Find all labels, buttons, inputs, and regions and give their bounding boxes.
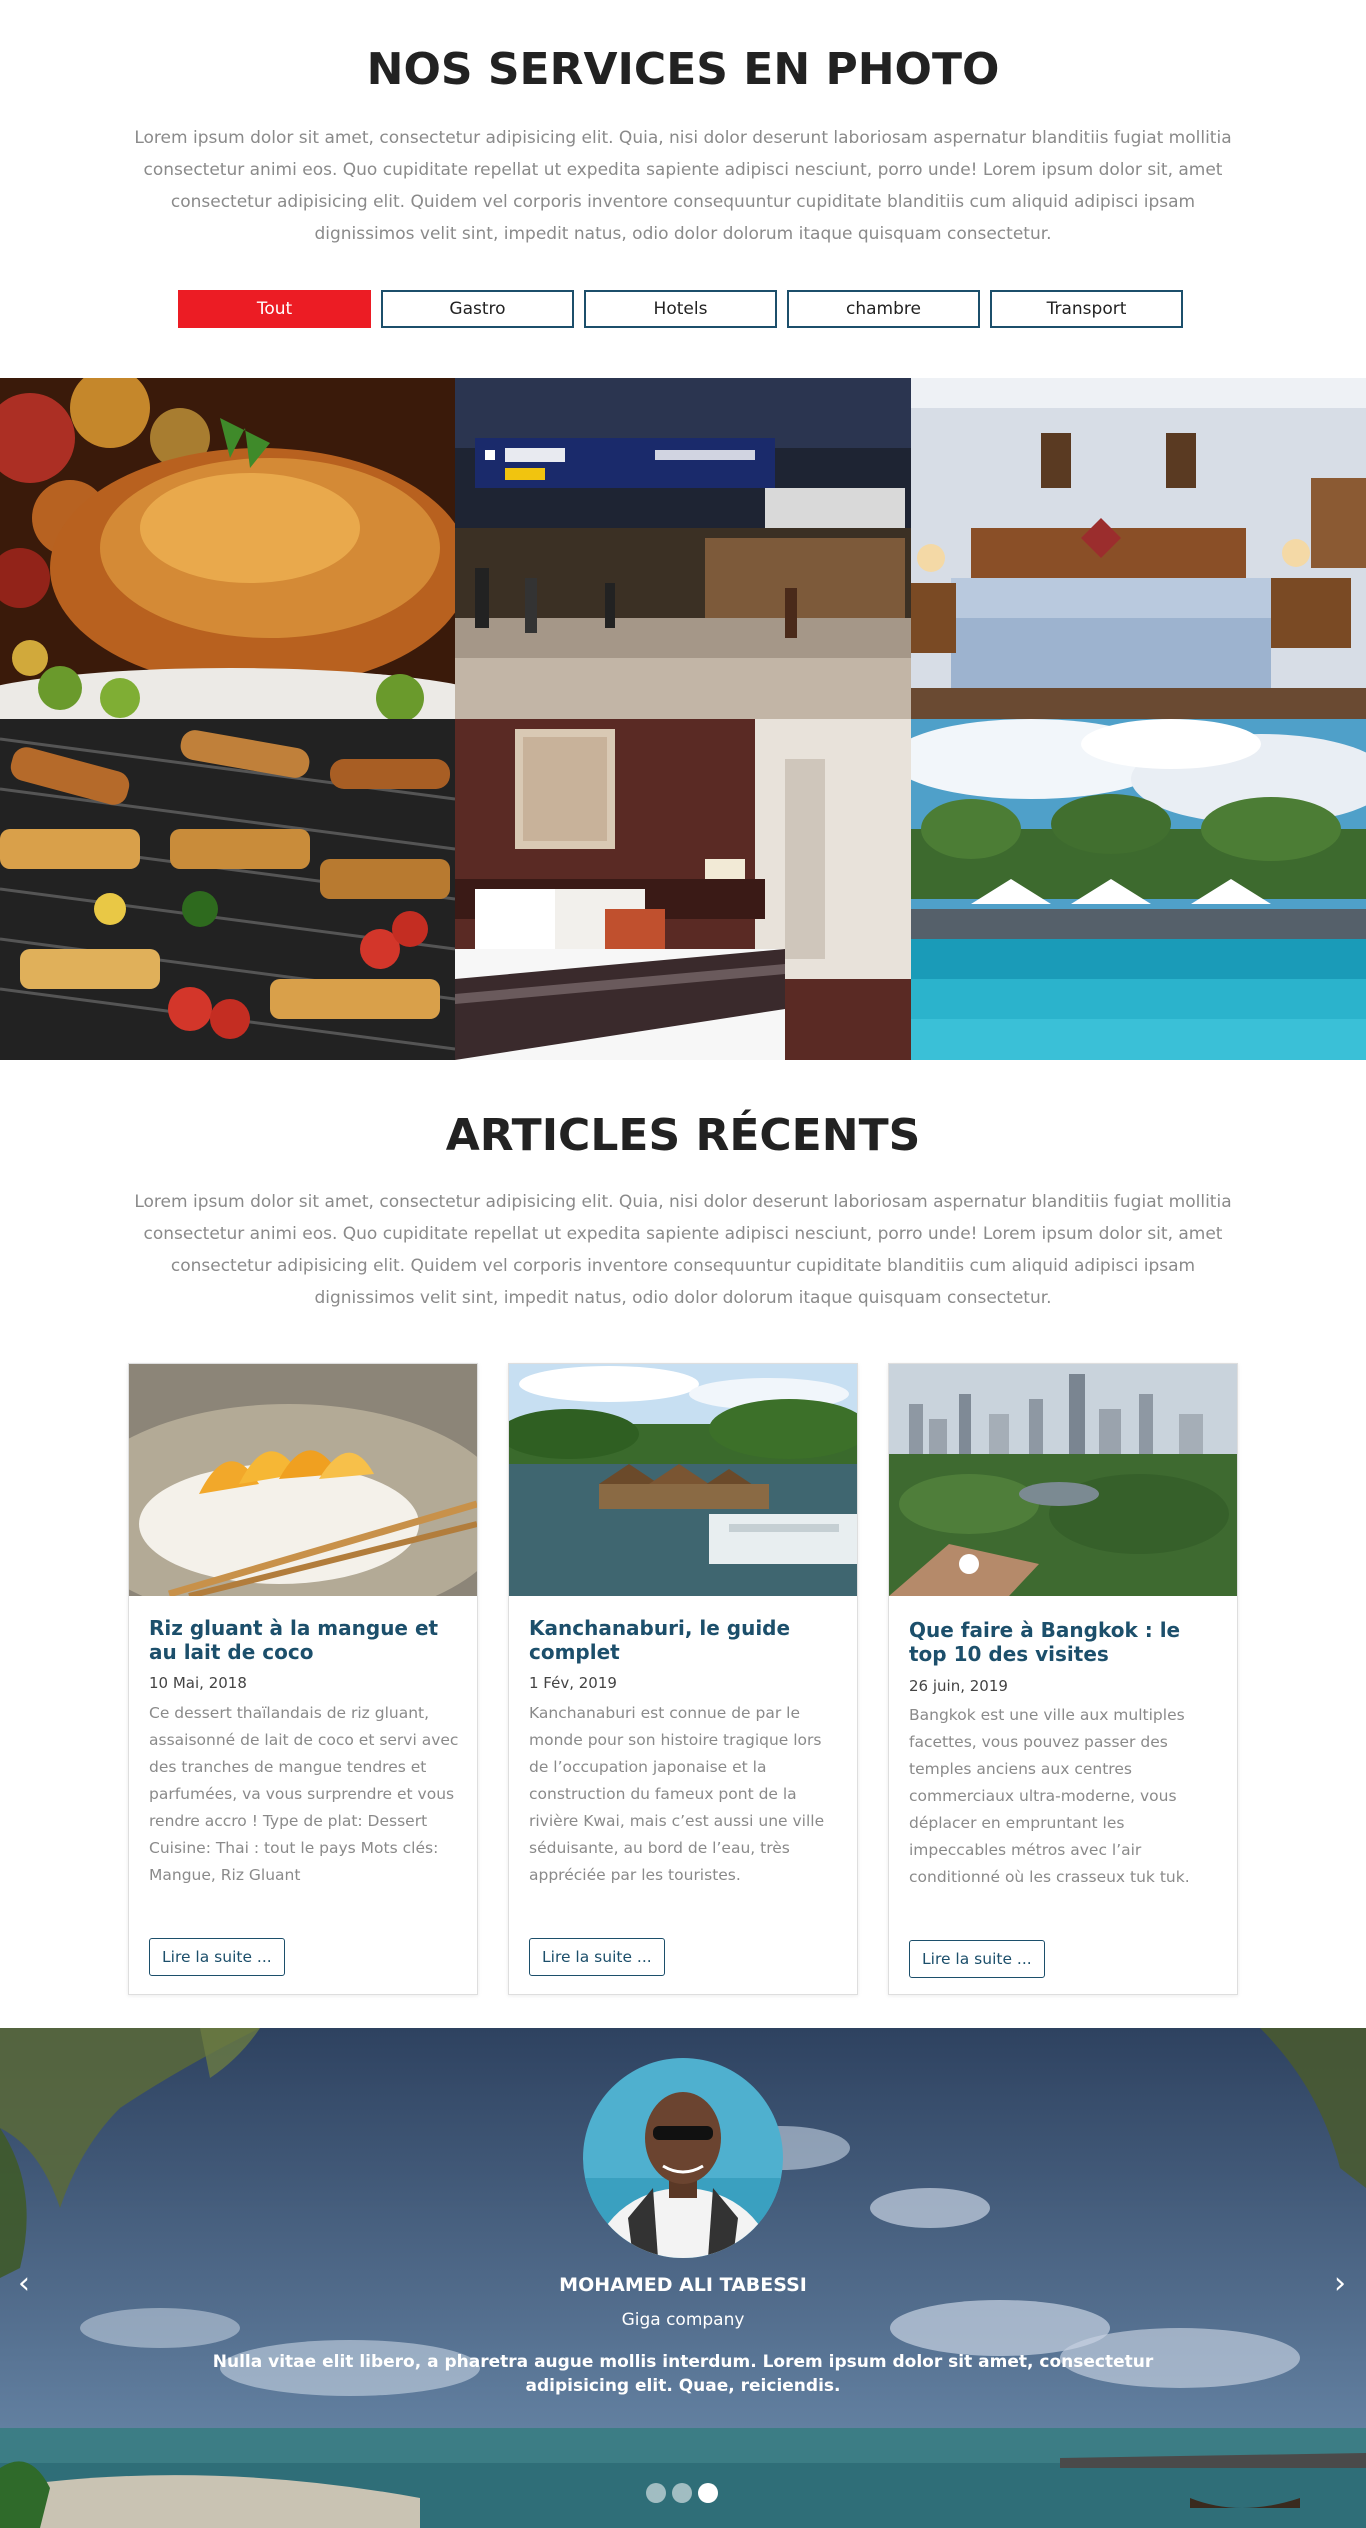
gallery-photo-pool[interactable] (911, 719, 1366, 1060)
testimonial-carousel: MOHAMED ALI TABESSI Giga company Nulla v… (0, 2028, 1366, 2528)
services-section: NOS SERVICES EN PHOTO Lorem ipsum dolor … (0, 0, 1366, 378)
gallery-photo-barbecue[interactable] (0, 719, 455, 1060)
article-card: Riz gluant à la mangue et au lait de coc… (128, 1363, 478, 1995)
services-title: NOS SERVICES EN PHOTO (366, 44, 1000, 95)
article-card: Kanchanaburi, le guide complet 1 Fév, 20… (508, 1363, 858, 1995)
filter-chambre-button[interactable]: chambre (787, 290, 980, 328)
read-more-button[interactable]: Lire la suite ... (909, 1940, 1045, 1978)
article-title[interactable]: Que faire à Bangkok : le top 10 des visi… (909, 1618, 1219, 1666)
article-title[interactable]: Riz gluant à la mangue et au lait de coc… (149, 1616, 459, 1664)
articles-title: ARTICLES RÉCENTS (445, 1110, 921, 1161)
testimonial-company: Giga company (621, 2310, 745, 2330)
filter-transport-button[interactable]: Transport (990, 290, 1183, 328)
photo-gallery (0, 378, 1366, 1060)
article-image-kanchanaburi[interactable] (509, 1364, 857, 1596)
article-card: Que faire à Bangkok : le top 10 des visi… (888, 1363, 1238, 1995)
filter-gastro-button[interactable]: Gastro (381, 290, 574, 328)
testimonial-quote: Nulla vitae elit libero, a pharetra augu… (212, 2352, 1154, 2396)
testimonial-name: MOHAMED ALI TABESSI (559, 2274, 807, 2296)
carousel-dot-3[interactable] (698, 2483, 718, 2503)
services-lead: Lorem ipsum dolor sit amet, consectetur … (134, 128, 1232, 244)
article-date: 10 Mai, 2018 (149, 1674, 247, 1692)
gallery-photo-hotel-bedroom[interactable] (911, 378, 1366, 719)
article-cards: Riz gluant à la mangue et au lait de coc… (128, 1363, 1238, 1999)
gallery-photo-airport[interactable] (455, 378, 911, 719)
article-title[interactable]: Kanchanaburi, le guide complet (529, 1616, 839, 1664)
carousel-next-icon[interactable]: › (1326, 2266, 1354, 2301)
read-more-button[interactable]: Lire la suite ... (149, 1938, 285, 1976)
filter-hotels-button[interactable]: Hotels (584, 290, 777, 328)
read-more-button[interactable]: Lire la suite ... (529, 1938, 665, 1976)
article-image-mango-rice[interactable] (129, 1364, 477, 1596)
article-date: 26 juin, 2019 (909, 1677, 1008, 1695)
gallery-photo-roast-chicken[interactable] (0, 378, 455, 719)
articles-lead: Lorem ipsum dolor sit amet, consectetur … (134, 1192, 1232, 1308)
article-excerpt: Kanchanaburi est connue de par le monde … (529, 1704, 825, 1884)
article-excerpt: Ce dessert thaïlandais de riz gluant, as… (149, 1704, 459, 1884)
carousel-prev-icon[interactable]: ‹ (10, 2266, 38, 2301)
filter-tout-button[interactable]: Tout (178, 290, 371, 328)
carousel-dot-1[interactable] (646, 2483, 666, 2503)
testimonial-avatar (583, 2058, 783, 2258)
article-image-bangkok[interactable] (889, 1364, 1237, 1596)
article-date: 1 Fév, 2019 (529, 1674, 617, 1692)
carousel-indicators (646, 2483, 718, 2503)
carousel-dot-2[interactable] (672, 2483, 692, 2503)
gallery-photo-hotel-bed[interactable] (455, 719, 911, 1060)
articles-section: ARTICLES RÉCENTS Lorem ipsum dolor sit a… (0, 1060, 1366, 2028)
article-excerpt: Bangkok est une ville aux multiples face… (909, 1706, 1190, 1886)
gallery-filters: Tout Gastro Hotels chambre Transport (178, 290, 1183, 328)
